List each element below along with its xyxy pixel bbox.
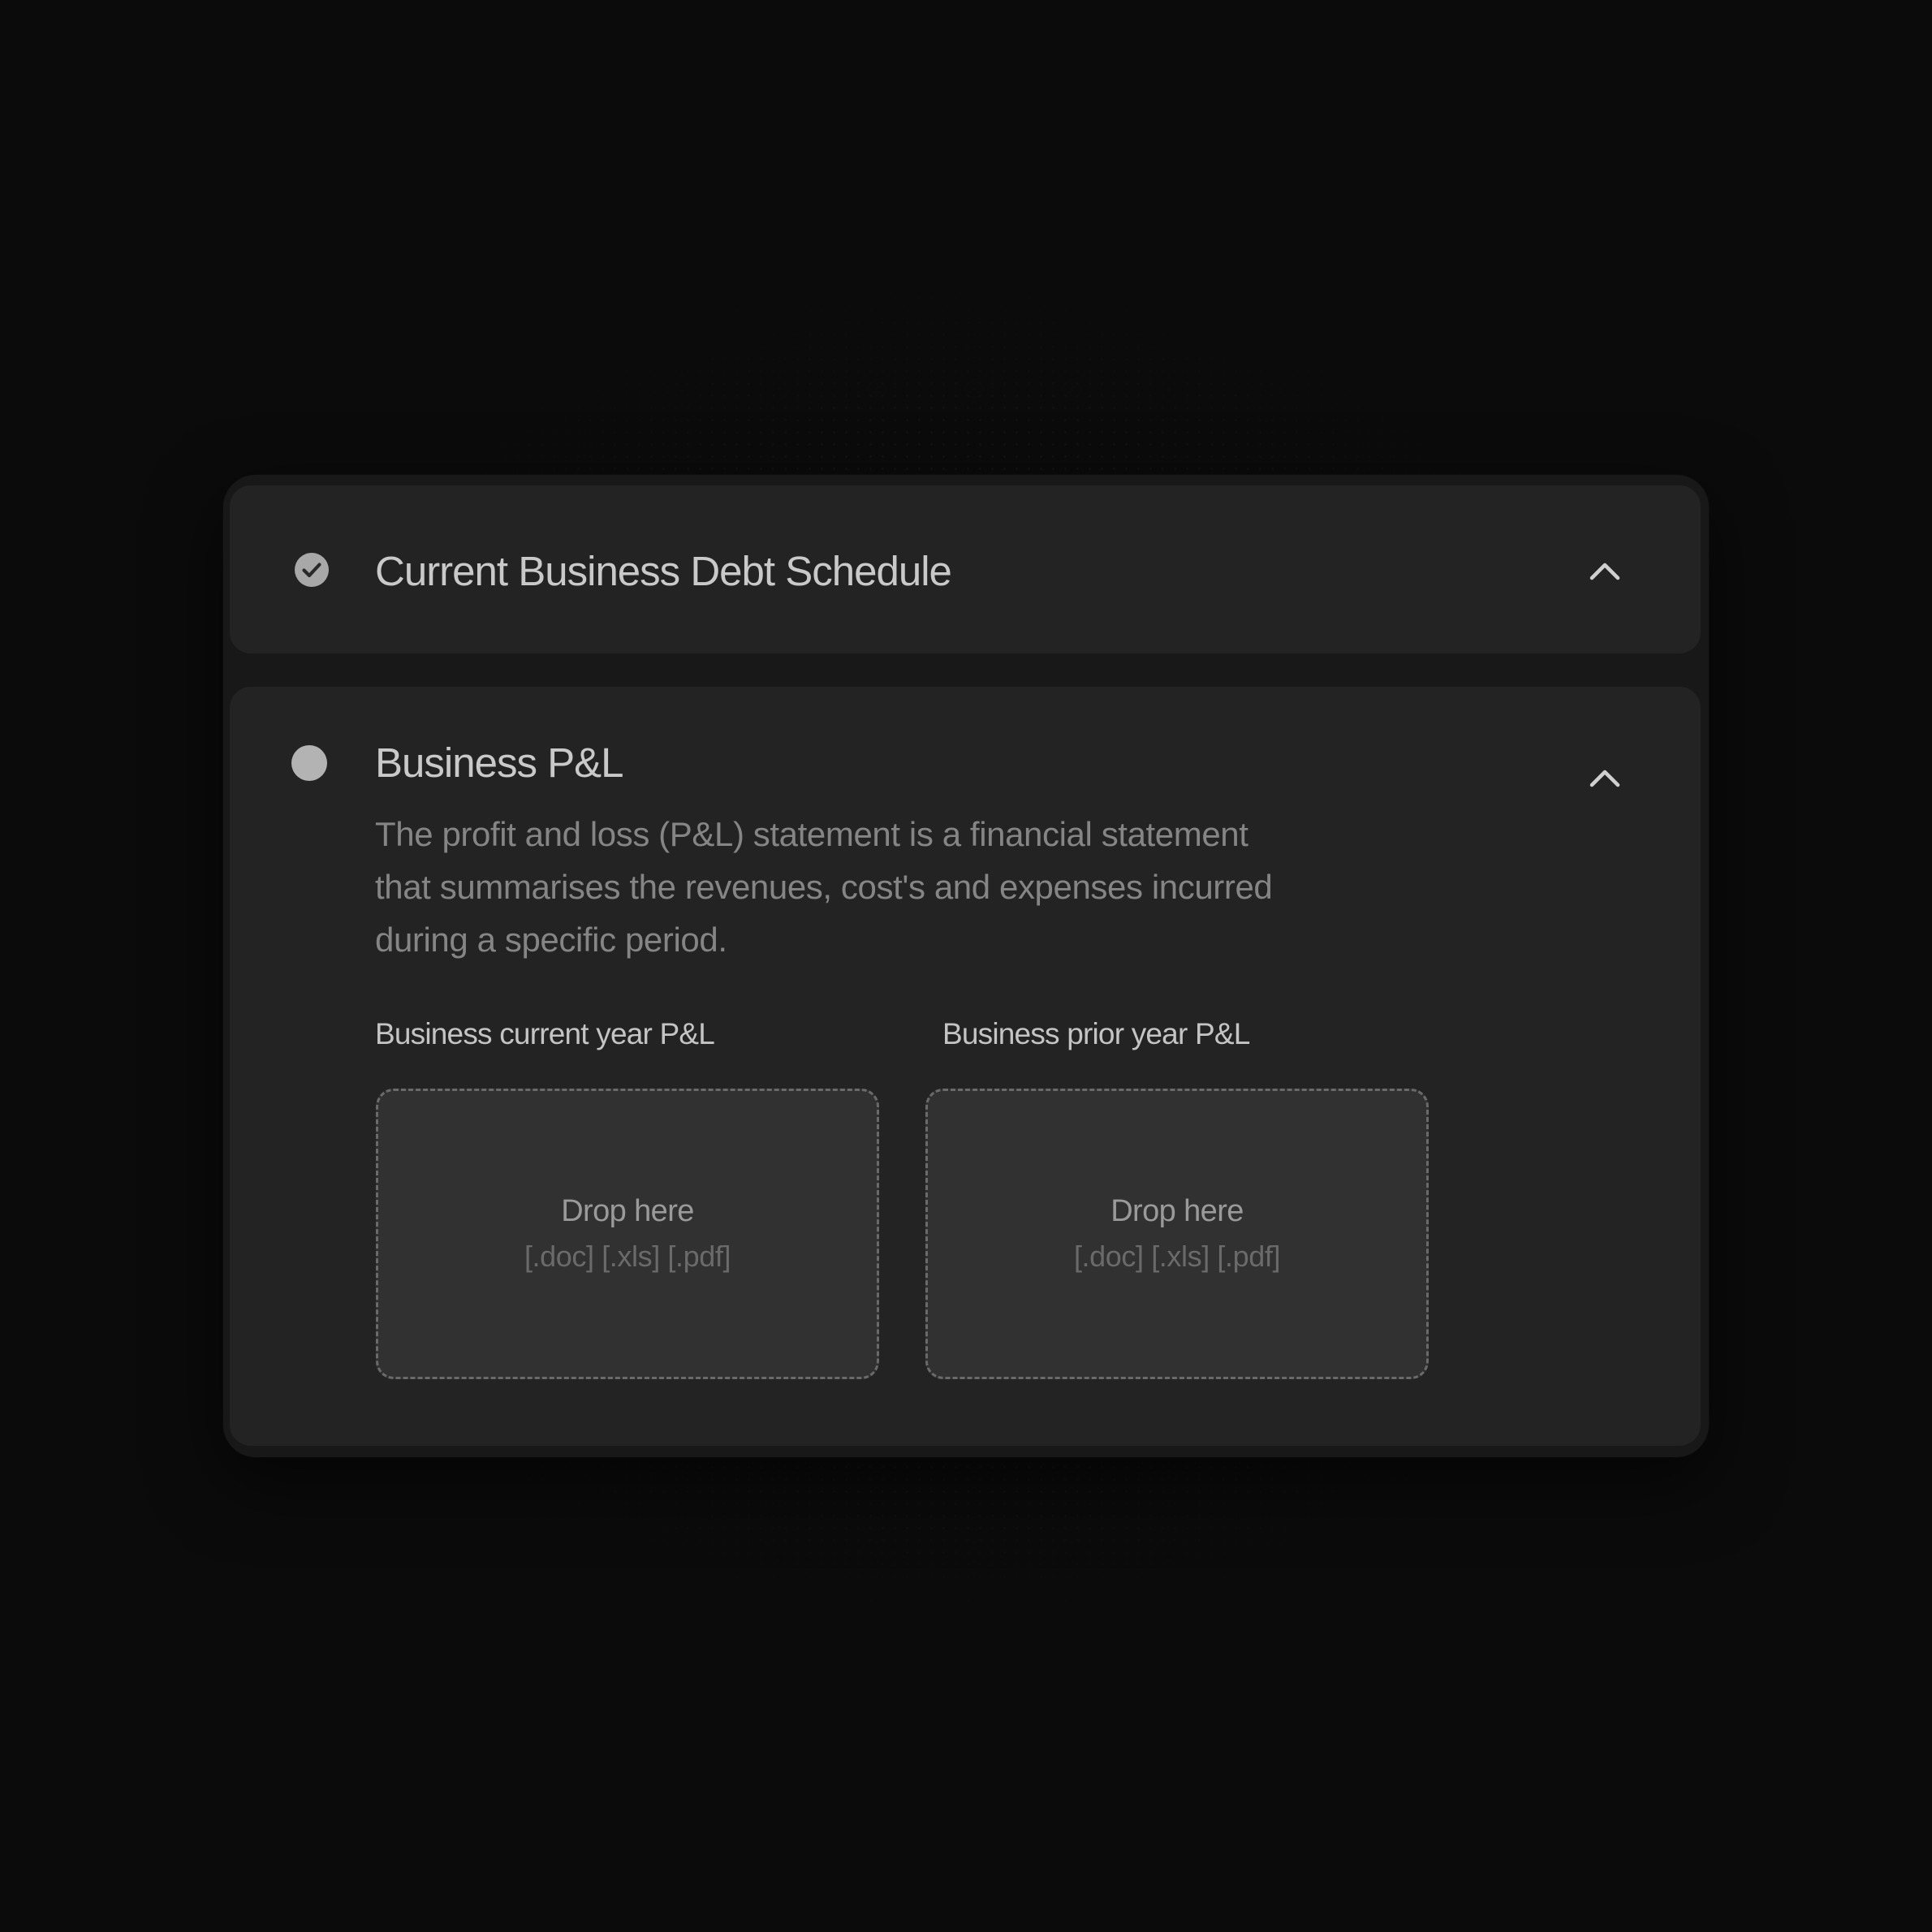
dropzone-current-year[interactable]: Drop here [.doc] [.xls] [.pdf] bbox=[376, 1089, 879, 1379]
description-line: The profit and loss (P&L) statement is a… bbox=[375, 815, 1248, 853]
section-description: The profit and loss (P&L) statement is a… bbox=[375, 808, 1398, 966]
circle-icon bbox=[291, 745, 327, 781]
upload-label-current-year: Business current year P&L bbox=[375, 1017, 715, 1050]
section-title-debt-schedule: Current Business Debt Schedule bbox=[375, 548, 952, 594]
dropzone-text: Drop here bbox=[1110, 1194, 1244, 1228]
dropzone-text: Drop here bbox=[561, 1194, 694, 1228]
section-title-business-pl: Business P&L bbox=[375, 740, 624, 786]
upload-label-prior-year: Business prior year P&L bbox=[942, 1017, 1250, 1050]
chevron-up-icon[interactable] bbox=[1587, 765, 1623, 790]
description-line: during a specific period. bbox=[375, 921, 727, 959]
dropzone-formats: [.doc] [.xls] [.pdf] bbox=[1073, 1240, 1281, 1273]
dropzone-prior-year[interactable]: Drop here [.doc] [.xls] [.pdf] bbox=[925, 1089, 1429, 1379]
chevron-up-icon[interactable] bbox=[1587, 558, 1623, 583]
check-circle-icon bbox=[295, 553, 329, 587]
description-line: that summarises the revenues, cost's and… bbox=[375, 868, 1273, 906]
dropzone-formats: [.doc] [.xls] [.pdf] bbox=[524, 1240, 731, 1273]
